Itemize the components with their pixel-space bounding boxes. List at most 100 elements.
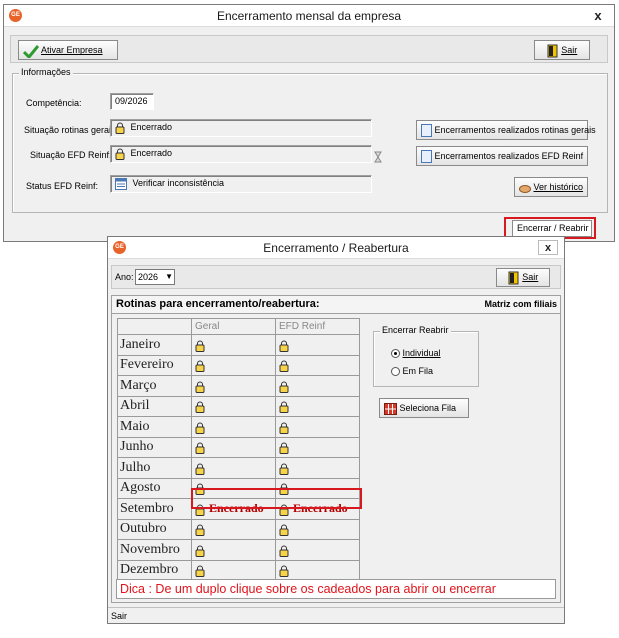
tip-box: Dica : De um duplo clique sobre os cadea… [116, 579, 556, 599]
situacao-reinf-field: Encerrado [110, 145, 372, 163]
main-exit-label: Sair [561, 45, 578, 55]
month-row: Novembro [117, 539, 360, 560]
year-bar [111, 265, 561, 289]
geral-lock-cell[interactable] [191, 436, 276, 458]
tip-text: Dica : De um duplo clique sobre os cadea… [120, 582, 496, 596]
month-name: Dezembro [117, 559, 192, 581]
lock-icon [279, 524, 289, 537]
radio-fila-label: Em Fila [402, 366, 434, 376]
encerramentos-reinf-button[interactable]: Encerramentos realizados EFD Reinf [416, 146, 588, 166]
radio-fila[interactable]: Em Fila [391, 366, 434, 377]
select-queue-label: Seleciona Fila [399, 403, 457, 413]
reinf-lock-cell[interactable] [275, 416, 360, 437]
geral-lock-cell[interactable] [191, 539, 276, 560]
dialog-status-bar: Sair [108, 607, 564, 623]
lock-icon [195, 401, 205, 414]
month-row: Maio [117, 416, 360, 437]
lock-icon [195, 360, 205, 373]
document-icon [421, 124, 432, 138]
lock-icon [279, 340, 289, 352]
info-group-legend: Informações [19, 67, 73, 77]
grid-header-row: Geral EFD Reinf [117, 318, 360, 335]
geral-lock-cell[interactable] [191, 354, 276, 376]
main-window: GE Encerramento mensal da empresa x Ativ… [3, 4, 615, 242]
month-name: Abril [117, 395, 192, 417]
situacao-gerais-field: Encerrado [110, 119, 372, 137]
geral-lock-cell[interactable] [191, 457, 276, 478]
grid-header-reinf: EFD Reinf [275, 318, 360, 335]
month-name: Agosto [117, 477, 192, 499]
month-name: Fevereiro [117, 354, 192, 376]
month-name: Junho [117, 436, 192, 458]
reinf-lock-cell[interactable] [275, 518, 360, 540]
encerramentos-gerais-button[interactable]: Encerramentos realizados rotinas gerais [416, 120, 596, 140]
main-close-button[interactable]: x [588, 7, 608, 24]
lock-icon [279, 545, 289, 557]
main-exit-button[interactable]: Sair [534, 40, 590, 60]
month-name: Julho [117, 457, 192, 478]
geral-lock-cell[interactable] [191, 518, 276, 540]
reopen-mode-legend: Encerrar Reabrir [380, 325, 451, 335]
geral-lock-cell[interactable] [191, 559, 276, 581]
select-queue-button[interactable]: Seleciona Fila [379, 398, 469, 418]
reinf-lock-cell[interactable] [275, 539, 360, 560]
reinf-lock-cell[interactable] [275, 395, 360, 417]
encerramentos-gerais-label: Encerramentos realizados rotinas gerais [434, 125, 596, 135]
lock-icon [279, 360, 289, 373]
matrix-label: Matriz com filiais [484, 299, 557, 309]
month-row: Março [117, 375, 360, 396]
lock-icon [195, 442, 205, 455]
queue-grid-icon [384, 402, 397, 415]
lock-icon [279, 381, 289, 393]
document-icon [421, 150, 432, 164]
main-window-title: Encerramento mensal da empresa [216, 9, 402, 23]
month-row: Janeiro [117, 334, 360, 355]
routines-section-title: Rotinas para encerramento/reabertura: [116, 298, 320, 310]
month-name: Janeiro [117, 334, 192, 355]
status-reinf-label: Status EFD Reinf: [26, 181, 99, 191]
competencia-label: Competência: [26, 98, 82, 108]
reinf-lock-cell[interactable] [275, 375, 360, 396]
lock-icon [115, 148, 125, 160]
history-eraser-icon [519, 184, 531, 193]
lock-icon [195, 340, 205, 352]
reinf-lock-cell[interactable] [275, 334, 360, 355]
reopen-mode-group: Encerrar Reabrir [373, 325, 479, 387]
radio-individual-label: Individual [402, 348, 441, 358]
month-name: Maio [117, 416, 192, 437]
geral-lock-cell[interactable] [191, 395, 276, 417]
geral-lock-cell[interactable] [191, 416, 276, 437]
lock-icon [195, 463, 205, 475]
competencia-field[interactable]: 09/2026 [110, 93, 154, 110]
year-select[interactable]: 2026 ▼ [135, 269, 175, 285]
lock-icon [195, 545, 205, 557]
reinf-lock-cell[interactable] [275, 559, 360, 581]
lock-icon [279, 422, 289, 434]
grid-header-geral: Geral [191, 318, 276, 335]
geral-lock-cell[interactable] [191, 334, 276, 355]
reinf-lock-cell[interactable] [275, 354, 360, 376]
situacao-reinf-label: Situação EFD Reinf: [30, 150, 112, 160]
geral-lock-cell[interactable] [191, 375, 276, 396]
radio-individual[interactable]: Individual [391, 348, 441, 359]
month-name: Novembro [117, 539, 192, 560]
activate-company-button[interactable]: Ativar Empresa [18, 40, 118, 60]
dialog-exit-button[interactable]: Sair [496, 268, 550, 287]
lock-icon [195, 524, 205, 537]
month-row: Dezembro [117, 559, 360, 581]
status-reinf-value: Verificar inconsistência [132, 178, 225, 188]
reinf-lock-cell[interactable] [275, 457, 360, 478]
hourglass-icon [374, 151, 382, 163]
month-name: Março [117, 375, 192, 396]
month-row: Outubro [117, 518, 360, 540]
checkmark-icon [23, 44, 39, 58]
historico-button[interactable]: Ver histórico [514, 177, 588, 197]
dialog-close-button[interactable]: x [538, 240, 558, 255]
lock-icon [279, 442, 289, 455]
month-name: Outubro [117, 518, 192, 540]
reinf-lock-cell[interactable] [275, 436, 360, 458]
list-document-icon [115, 177, 127, 190]
dialog-titlebar: GE Encerramento / Reabertura x [108, 237, 564, 259]
lock-icon [195, 565, 205, 578]
year-label: Ano: [115, 272, 134, 282]
